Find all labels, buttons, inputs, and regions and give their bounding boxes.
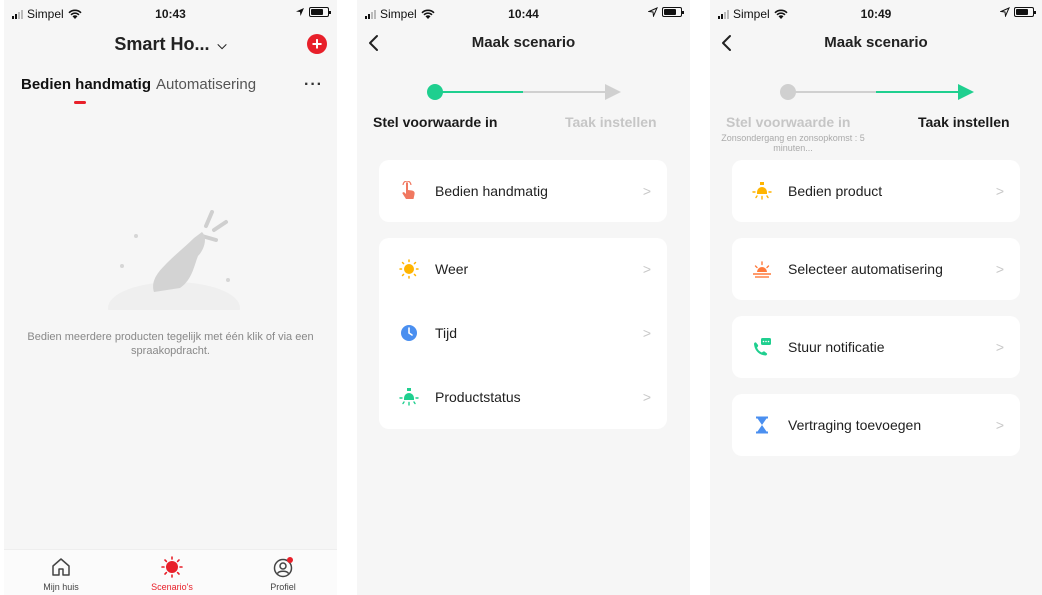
card-manual: Bedien handmatig > [379, 160, 667, 222]
home-selector[interactable]: Smart Ho... ⌵ [4, 34, 337, 55]
option-vertraging-toevoegen[interactable]: Vertraging toevoegen > [732, 394, 1020, 456]
clock-time: 10:43 [155, 7, 186, 21]
option-label: Productstatus [435, 389, 521, 405]
active-tab-indicator [74, 101, 86, 104]
empty-state-tap-illustration [108, 210, 240, 310]
step-2-arrow [605, 84, 621, 100]
step-progress [780, 84, 974, 100]
location-arrow-icon [1000, 7, 1010, 17]
bulb-icon [399, 388, 419, 406]
step-1-label: Stel voorwaarde in [373, 114, 498, 130]
battery-icon [309, 7, 331, 17]
chevron-down-icon: ⌵ [217, 37, 227, 52]
option-label: Bedien product [788, 183, 883, 199]
empty-state-text: Bedien meerdere producten tegelijk met é… [27, 331, 314, 357]
option-weer[interactable]: Weer > [379, 238, 667, 300]
option-stuur-notificatie[interactable]: Stuur notificatie > [732, 316, 1020, 378]
tabbar-label: Profiel [270, 582, 296, 592]
chevron-right-icon: > [995, 417, 1004, 433]
step-1-dot [427, 84, 443, 100]
chevron-right-icon: > [642, 389, 651, 405]
option-productstatus[interactable]: Productstatus > [379, 366, 667, 428]
chevron-right-icon: > [995, 339, 1004, 355]
status-bar: Simpel 10:44 [357, 0, 690, 28]
option-tijd[interactable]: Tijd > [379, 302, 667, 364]
plus-icon: + [311, 34, 323, 54]
clock-icon [401, 325, 417, 341]
screen-create-scenario-task: Simpel 10:49 Maak scenario Stel voorwaar… [710, 0, 1042, 595]
option-selecteer-automatisering[interactable]: Selecteer automatisering > [732, 238, 1020, 300]
step-2-label: Taak instellen [565, 114, 657, 130]
tabbar-label: Mijn huis [43, 582, 79, 592]
chevron-right-icon: > [995, 183, 1004, 199]
sun-icon [161, 556, 183, 578]
tabbar-item-mijn-huis[interactable]: Mijn huis [21, 556, 101, 592]
tabbar-label: Scenario's [151, 582, 193, 592]
page-title: Maak scenario [471, 34, 576, 51]
card-stuur-notificatie: Stuur notificatie > [732, 316, 1020, 378]
step-1-label: Stel voorwaarde in [726, 114, 851, 130]
step-2-label: Taak instellen [918, 114, 1010, 130]
sunrise-icon [753, 261, 771, 278]
step-1-dot [780, 84, 796, 100]
chevron-right-icon: > [642, 325, 651, 341]
notification-dot [287, 557, 293, 563]
notification-phone-icon [754, 338, 771, 356]
scenario-tabs: Bedien handmatig Automatisering ··· [4, 76, 337, 112]
tap-hand-icon [402, 181, 415, 199]
tab-bedien-handmatig[interactable]: Bedien handmatig [21, 76, 151, 93]
card-conditions: Weer > Tijd > Productstatus > [379, 238, 667, 429]
status-bar: Simpel 10:49 [710, 0, 1042, 28]
screen-home-scenarios: Simpel 10:43 Smart Ho... ⌵ + Bedien handm… [4, 0, 337, 595]
home-icon [52, 558, 70, 576]
step-1-summary: Zonsondergang en zonsopkomst : 5 minuten… [721, 133, 865, 153]
sun-icon [399, 259, 419, 279]
option-label: Weer [435, 261, 469, 277]
option-label: Vertraging toevoegen [788, 417, 922, 433]
step-progress [427, 84, 621, 100]
chevron-right-icon: > [642, 261, 651, 277]
status-bar: Simpel 10:43 [4, 0, 337, 28]
option-label: Selecteer automatisering [788, 261, 943, 277]
clock-time: 10:49 [860, 7, 892, 21]
tabbar-item-profiel[interactable]: Profiel [243, 556, 323, 592]
chevron-right-icon: > [995, 261, 1004, 277]
tab-automatisering[interactable]: Automatisering [156, 76, 256, 93]
card-bedien-product: Bedien product > [732, 160, 1020, 222]
option-bedien-product[interactable]: Bedien product > [732, 160, 1020, 222]
bulb-icon [752, 182, 772, 200]
chevron-right-icon: > [642, 183, 651, 199]
bottom-tab-bar: Mijn huis Scenario's Profiel [4, 549, 337, 595]
home-name: Smart Ho... [114, 34, 210, 54]
screen-create-scenario-condition: Simpel 10:44 Maak scenario Stel voorwaar… [357, 0, 690, 595]
location-arrow-icon [648, 7, 658, 17]
tabbar-item-scenarios[interactable]: Scenario's [132, 556, 212, 592]
option-label: Tijd [435, 325, 458, 341]
battery-icon [1014, 7, 1036, 17]
hourglass-icon [756, 416, 768, 434]
option-label: Stuur notificatie [788, 339, 885, 355]
option-label: Bedien handmatig [435, 183, 548, 199]
add-scenario-button[interactable]: + [307, 34, 327, 54]
page-title: Maak scenario [824, 34, 928, 51]
more-options-icon[interactable]: ··· [304, 76, 323, 94]
profile-icon [273, 557, 293, 578]
option-bedien-handmatig[interactable]: Bedien handmatig > [379, 160, 667, 222]
clock-time: 10:44 [508, 7, 539, 21]
location-arrow-icon [296, 8, 304, 16]
step-2-arrow [958, 84, 974, 100]
card-selecteer-automatisering: Selecteer automatisering > [732, 238, 1020, 300]
battery-icon [662, 7, 684, 17]
card-vertraging-toevoegen: Vertraging toevoegen > [732, 394, 1020, 456]
